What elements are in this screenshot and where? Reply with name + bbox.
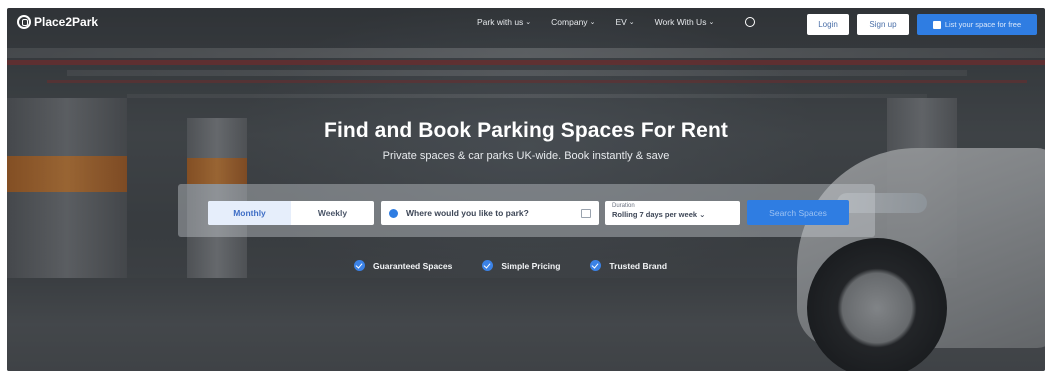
chevron-down-icon: ⌄ [708, 19, 715, 26]
mode-weekly[interactable]: Weekly [291, 201, 374, 225]
list-space-label: List your space for free [944, 20, 1022, 29]
list-space-button[interactable]: List your space for free [917, 14, 1037, 35]
check-icon [590, 260, 602, 271]
menu-item-label: Park with us [477, 17, 524, 27]
logo-icon [17, 15, 31, 29]
menu-item-label: Work With Us [654, 17, 707, 27]
chevron-down-icon: ⌄ [699, 210, 706, 219]
chevron-down-icon: ⌄ [589, 19, 596, 26]
feature-label: Simple Pricing [501, 260, 561, 271]
chevron-down-icon: ⌄ [628, 19, 635, 26]
menu-item-park-with-us[interactable]: Park with us ⌄ [477, 17, 531, 27]
login-button[interactable]: Login [807, 14, 849, 35]
menu-item-ev[interactable]: EV ⌄ [615, 17, 634, 27]
help-icon[interactable] [745, 17, 755, 27]
brand-name: Place2Park [34, 15, 99, 29]
search-spaces-button[interactable]: Search Spaces [747, 200, 849, 225]
duration-value-text: Rolling 7 days per week [612, 210, 698, 219]
location-search-field[interactable]: Where would you like to park? [381, 201, 599, 225]
booking-mode-toggle: Monthly Weekly [208, 201, 374, 225]
feature-guaranteed-spaces: Guaranteed Spaces [354, 260, 452, 271]
list-space-icon [932, 20, 941, 29]
location-input[interactable]: Where would you like to park? [406, 208, 573, 218]
feature-list: Guaranteed Spaces Simple Pricing Trusted… [354, 260, 667, 271]
chevron-down-icon: ⌄ [525, 19, 532, 26]
duration-label: Duration [612, 203, 635, 209]
menu-item-label: Company [551, 17, 588, 27]
hero-title: Find and Book Parking Spaces For Rent [324, 119, 728, 142]
hero-subtitle: Private spaces & car parks UK-wide. Book… [382, 150, 670, 162]
menu-item-work-with-us[interactable]: Work With Us ⌄ [655, 17, 715, 27]
main-menu: Park with us ⌄ Company ⌄ EV ⌄ Work With … [477, 17, 714, 27]
duration-select[interactable]: Duration Rolling 7 days per week ⌄ [605, 201, 740, 225]
menu-item-company[interactable]: Company ⌄ [551, 17, 595, 27]
location-pin-icon [389, 208, 398, 218]
feature-label: Guaranteed Spaces [373, 260, 453, 271]
feature-label: Trusted Brand [609, 260, 668, 271]
check-icon [354, 260, 365, 271]
duration-value: Rolling 7 days per week ⌄ [612, 210, 733, 219]
feature-simple-pricing: Simple Pricing [482, 260, 560, 271]
signup-button[interactable]: Sign up [857, 14, 909, 35]
check-icon [482, 260, 494, 271]
menu-item-label: EV [615, 17, 627, 27]
mode-monthly[interactable]: Monthly [208, 201, 291, 225]
feature-trusted-brand: Trusted Brand [590, 260, 667, 271]
brand-logo[interactable]: Place2Park [17, 15, 98, 29]
map-icon[interactable] [581, 208, 591, 218]
top-navigation: Place2Park Park with us ⌄ Company ⌄ EV ⌄… [7, 8, 1045, 40]
